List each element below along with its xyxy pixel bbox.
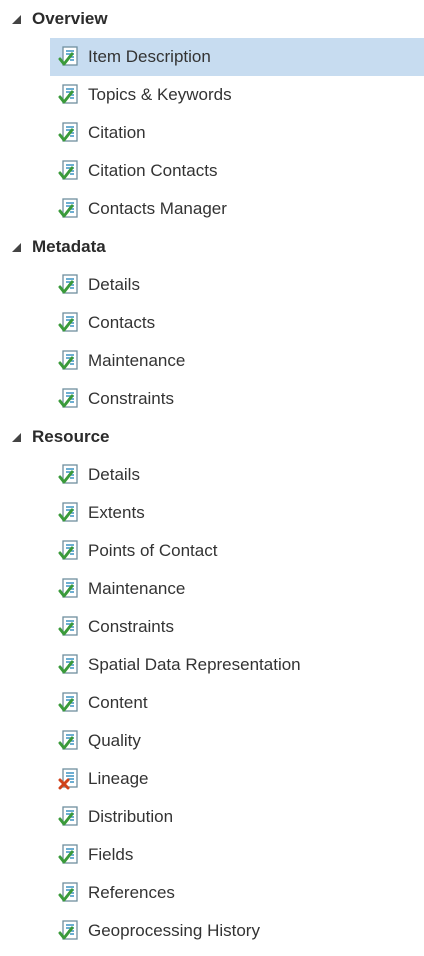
doc-check-icon (58, 501, 82, 525)
tree-item-label: Content (88, 693, 148, 712)
doc-check-icon (58, 463, 82, 487)
tree-item-label: Distribution (88, 807, 174, 826)
group-resource: Resource Details Extents Points of Conta… (0, 418, 424, 950)
tree-item-label: Points of Contact (88, 541, 218, 560)
doc-check-icon (58, 83, 82, 107)
tree-item-label: Citation (88, 123, 146, 142)
tree-item-label: Citation Contacts (88, 161, 218, 180)
tree-item-label: References (88, 883, 175, 902)
tree-item-label: Maintenance (88, 351, 186, 370)
tree-item-label: Extents (88, 503, 145, 522)
tree-item-label: Details (88, 275, 140, 294)
tree-item-citation-contacts[interactable]: Citation Contacts (50, 152, 424, 190)
doc-error-x-icon (58, 767, 82, 791)
tree-item-label: Quality (88, 731, 141, 750)
tree-item-topics-keywords[interactable]: Topics & Keywords (50, 76, 424, 114)
group-header-overview[interactable]: Overview (0, 0, 424, 38)
tree-item-label: Fields (88, 845, 134, 864)
group-title: Metadata (32, 237, 106, 256)
tree-item-contacts-manager[interactable]: Contacts Manager (50, 190, 424, 228)
doc-check-icon (58, 577, 82, 601)
doc-check-icon (58, 387, 82, 411)
doc-check-icon (58, 691, 82, 715)
tree-item-resource-maintenance[interactable]: Maintenance (50, 570, 424, 608)
doc-check-icon (58, 729, 82, 753)
tree-item-metadata-maintenance[interactable]: Maintenance (50, 342, 424, 380)
collapse-triangle-icon[interactable] (0, 241, 32, 253)
doc-check-icon (58, 121, 82, 145)
tree-item-label: Maintenance (88, 579, 186, 598)
metadata-contents-tree: Overview Item Description Topics & Keywo… (0, 0, 424, 956)
tree-item-resource-lineage[interactable]: Lineage (50, 760, 424, 798)
doc-check-icon (58, 311, 82, 335)
doc-check-icon (58, 197, 82, 221)
doc-check-icon (58, 881, 82, 905)
doc-check-icon (58, 919, 82, 943)
doc-check-icon (58, 159, 82, 183)
group-overview: Overview Item Description Topics & Keywo… (0, 0, 424, 228)
tree-item-label: Item Description (88, 47, 211, 66)
tree-item-resource-spatial-data-representation[interactable]: Spatial Data Representation (50, 646, 424, 684)
tree-item-label: Spatial Data Representation (88, 655, 301, 674)
group-title: Resource (32, 427, 110, 446)
tree-item-resource-references[interactable]: References (50, 874, 424, 912)
group-header-metadata[interactable]: Metadata (0, 228, 424, 266)
collapse-triangle-icon[interactable] (0, 431, 32, 443)
group-metadata: Metadata Details Contacts Maintenance Co… (0, 228, 424, 418)
group-title: Overview (32, 9, 108, 28)
tree-item-item-description[interactable]: Item Description (50, 38, 424, 76)
doc-check-icon (58, 615, 82, 639)
tree-item-resource-fields[interactable]: Fields (50, 836, 424, 874)
tree-item-label: Topics & Keywords (88, 85, 232, 104)
tree-item-label: Details (88, 465, 140, 484)
doc-check-icon (58, 349, 82, 373)
tree-item-metadata-contacts[interactable]: Contacts (50, 304, 424, 342)
tree-item-label: Geoprocessing History (88, 921, 260, 940)
tree-item-label: Constraints (88, 617, 174, 636)
tree-item-resource-quality[interactable]: Quality (50, 722, 424, 760)
tree-item-metadata-constraints[interactable]: Constraints (50, 380, 424, 418)
tree-item-label: Lineage (88, 769, 149, 788)
tree-item-label: Contacts Manager (88, 199, 227, 218)
doc-check-icon (58, 45, 82, 69)
doc-check-icon (58, 843, 82, 867)
doc-check-icon (58, 273, 82, 297)
tree-item-resource-distribution[interactable]: Distribution (50, 798, 424, 836)
tree-item-metadata-details[interactable]: Details (50, 266, 424, 304)
tree-item-citation[interactable]: Citation (50, 114, 424, 152)
tree-item-resource-details[interactable]: Details (50, 456, 424, 494)
tree-item-resource-points-of-contact[interactable]: Points of Contact (50, 532, 424, 570)
tree-item-resource-content[interactable]: Content (50, 684, 424, 722)
tree-item-resource-extents[interactable]: Extents (50, 494, 424, 532)
tree-item-resource-geoprocessing-history[interactable]: Geoprocessing History (50, 912, 424, 950)
tree-item-label: Constraints (88, 389, 174, 408)
group-header-resource[interactable]: Resource (0, 418, 424, 456)
doc-check-icon (58, 539, 82, 563)
tree-item-label: Contacts (88, 313, 156, 332)
collapse-triangle-icon[interactable] (0, 13, 32, 25)
doc-check-icon (58, 653, 82, 677)
tree-item-resource-constraints[interactable]: Constraints (50, 608, 424, 646)
doc-check-icon (58, 805, 82, 829)
